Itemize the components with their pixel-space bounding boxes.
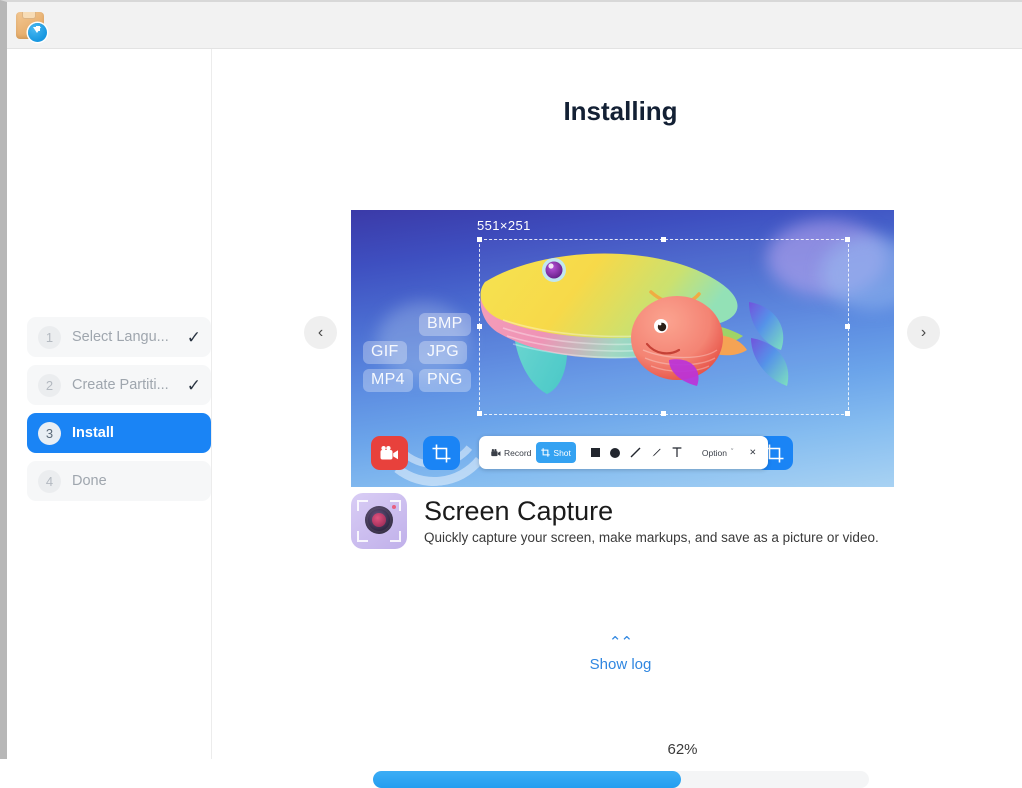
- resize-handle-ne[interactable]: [845, 237, 850, 242]
- sidebar-step-install[interactable]: 3 Install: [27, 413, 211, 453]
- camera-corner-mark: [390, 531, 401, 542]
- download-arrow-badge: [28, 23, 47, 42]
- crop-icon: [432, 444, 451, 462]
- promo-carousel: ‹ › BMP GIF JPG MP4 PNG 551×251 Record S…: [219, 210, 1022, 549]
- toolbar-record-label: Record: [504, 447, 532, 458]
- main-content: Installing ‹ › BMP GIF JPG MP4 PNG 551×2…: [219, 49, 1022, 788]
- camera-indicator-dot: [392, 505, 396, 509]
- step-number: 2: [38, 373, 61, 397]
- step-number: 4: [38, 469, 61, 493]
- circle-icon: [609, 447, 620, 458]
- product-name: Screen Capture: [424, 496, 614, 527]
- product-blurb: Screen Capture Quickly capture your scre…: [351, 493, 879, 549]
- camera-corner-mark: [357, 531, 368, 542]
- show-log-label: Show log: [589, 656, 652, 673]
- check-icon: ✓: [186, 375, 201, 395]
- capture-toolbar: Record Shot Option ˇ ✕: [479, 436, 769, 469]
- resize-handle-s[interactable]: [661, 411, 666, 416]
- toolbar-line-tool[interactable]: [625, 442, 646, 463]
- toolbar-shot-label: Shot: [553, 447, 571, 458]
- record-video-button[interactable]: [371, 436, 408, 470]
- camera-corner-mark: [357, 500, 368, 511]
- package-download-icon: [14, 8, 48, 42]
- title-bar: [7, 2, 1022, 49]
- format-chip-jpg: JPG: [419, 341, 468, 364]
- carousel-prev-icon[interactable]: ‹: [304, 316, 337, 349]
- show-log-toggle[interactable]: ⌃⌃ Show log: [219, 634, 1022, 673]
- sidebar: 1 Select Langu... ✓ 2 Create Partiti... …: [7, 49, 212, 759]
- installer-window: 1 Select Langu... ✓ 2 Create Partiti... …: [0, 0, 1022, 788]
- format-chip-bmp: BMP: [419, 313, 471, 336]
- carousel-next-icon[interactable]: ›: [907, 316, 940, 349]
- chevron-up-double-icon: ⌃⌃: [608, 634, 633, 651]
- crop-icon: [541, 448, 551, 457]
- progress-percent-label: 62%: [667, 741, 698, 758]
- format-chip-png: PNG: [419, 369, 471, 392]
- pen-icon: [652, 448, 661, 457]
- progress-bar: [373, 771, 869, 788]
- toolbar-shot-button[interactable]: Shot: [536, 442, 576, 463]
- step-label: Create Partiti...: [72, 377, 169, 393]
- step-number: 3: [38, 421, 61, 445]
- resize-handle-nw[interactable]: [477, 237, 482, 242]
- resize-handle-sw[interactable]: [477, 411, 482, 416]
- step-label: Select Langu...: [72, 329, 169, 345]
- toolbar-text-tool[interactable]: [667, 442, 687, 463]
- chevron-down-icon: ˇ: [730, 449, 734, 456]
- sidebar-step-done[interactable]: 4 Done: [27, 461, 211, 501]
- resize-handle-e[interactable]: [845, 324, 850, 329]
- toolbar-rectangle-tool[interactable]: [586, 442, 605, 463]
- line-icon: [630, 447, 641, 458]
- toolbar-close-button[interactable]: ✕: [744, 442, 761, 463]
- toolbar-pen-tool[interactable]: [646, 442, 667, 463]
- step-list: 1 Select Langu... ✓ 2 Create Partiti... …: [27, 317, 211, 509]
- camera-lens-shape: [365, 506, 393, 534]
- camera-icon: [351, 493, 407, 549]
- toolbar-ellipse-tool[interactable]: [605, 442, 625, 463]
- toolbar-option-label: Option: [701, 447, 727, 458]
- check-icon: ✓: [186, 327, 201, 347]
- product-text: Screen Capture Quickly capture your scre…: [424, 496, 879, 545]
- video-camera-icon: [491, 448, 501, 456]
- promo-banner-image: BMP GIF JPG MP4 PNG 551×251 Record Shot …: [351, 210, 894, 487]
- page-title: Installing: [563, 96, 678, 126]
- text-icon: [672, 447, 682, 457]
- sidebar-step-create-partition[interactable]: 2 Create Partiti... ✓: [27, 365, 211, 405]
- toolbar-option-dropdown[interactable]: Option ˇ: [697, 442, 738, 463]
- resize-handle-se[interactable]: [845, 411, 850, 416]
- sidebar-step-select-language[interactable]: 1 Select Langu... ✓: [27, 317, 211, 357]
- format-chip-mp4: MP4: [363, 369, 413, 392]
- product-description: Quickly capture your screen, make markup…: [424, 529, 879, 545]
- step-label: Done: [72, 473, 107, 489]
- step-label: Install: [72, 425, 114, 441]
- resize-handle-w[interactable]: [477, 324, 482, 329]
- selection-rectangle[interactable]: [477, 237, 850, 416]
- resize-handle-n[interactable]: [661, 237, 666, 242]
- format-chip-gif: GIF: [363, 341, 407, 364]
- toolbar-record-button[interactable]: Record: [486, 442, 536, 463]
- selection-size-label: 551×251: [477, 218, 531, 233]
- video-camera-icon: [380, 445, 398, 459]
- square-icon: [590, 448, 600, 457]
- step-number: 1: [38, 325, 61, 349]
- progress-bar-fill: [373, 771, 681, 788]
- screenshot-button[interactable]: [423, 436, 460, 470]
- package-flap-shape: [22, 12, 36, 19]
